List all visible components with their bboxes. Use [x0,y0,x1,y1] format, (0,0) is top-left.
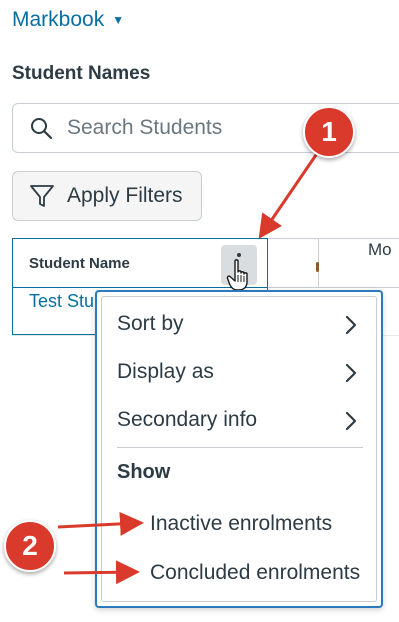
menu-option-inactive-enrolments[interactable]: Inactive enrolments [150,512,332,536]
menu-option-concluded-enrolments[interactable]: Concluded enrolments [150,561,360,585]
markbook-label: Markbook [12,8,105,31]
student-name-link[interactable]: Test Stu [29,291,94,312]
page-title: Student Names [12,63,151,84]
annotation-arrow-1 [258,151,320,239]
search-icon [31,118,53,140]
column-indicator [316,262,319,272]
hand-cursor-icon [226,259,248,291]
menu-item-secondary-info[interactable]: Secondary info [117,408,257,432]
menu-divider [117,447,363,448]
chevron-right-icon [345,411,357,431]
column-header-next[interactable]: Mo [368,238,392,260]
annotation-badge-2: 2 [4,520,56,572]
menu-inner-frame [101,296,377,602]
kebab-dot-icon [237,253,241,257]
chevron-right-icon [345,315,357,335]
annotation-badge-1: 1 [303,106,355,158]
apply-filters-label: Apply Filters [67,184,183,207]
markbook-dropdown[interactable]: Markbook ▼ [12,8,124,32]
caret-down-icon: ▼ [112,13,125,27]
student-name-header-label: Student Name [29,255,130,272]
menu-group-heading-show: Show [117,461,171,483]
filter-icon [30,185,54,207]
menu-item-display-as[interactable]: Display as [117,360,214,384]
menu-item-sort-by[interactable]: Sort by [117,312,184,336]
chevron-right-icon [345,363,357,383]
column-options-menu: Sort by Display as Secondary info Show I… [95,290,383,608]
apply-filters-button[interactable]: Apply Filters [12,171,202,221]
